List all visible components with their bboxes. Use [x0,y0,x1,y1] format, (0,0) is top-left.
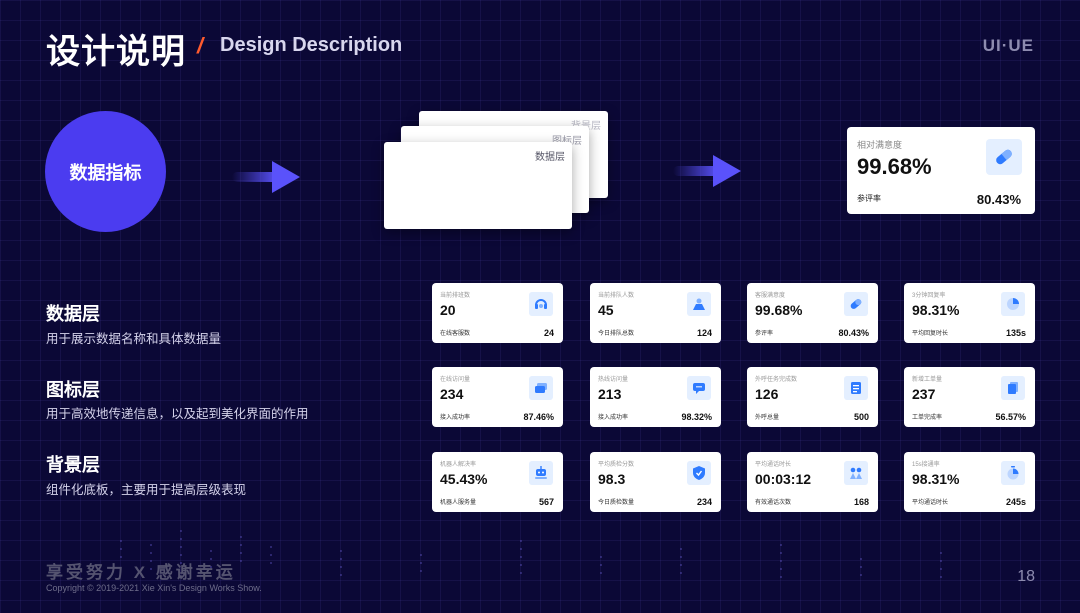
metric-card: 3分钟回复率 98.31% 平均回复时长 135s [904,283,1035,343]
metric-foot-label: 工单完成率 [912,415,943,421]
queue-icon [687,292,711,316]
section-text-background-layer: 组件化底板，主要用于提高层级表现 [46,483,247,497]
section-title-background-layer: 背景层 [46,455,100,475]
metric-card: 新增工单量 237 工单完成率 56.57% [904,367,1035,427]
metric-card: 当前排队人数 45 今日排队总数 124 [590,283,721,343]
metric-foot-value: 135s [1005,328,1026,338]
message-icon [687,376,711,400]
section-text-data-layer: 用于展示数据名称和具体数据量 [46,332,222,346]
brand-mark: UI·UE [982,36,1034,55]
metric-card: 外呼任务完成数 126 外呼总量 500 [747,367,878,427]
pill-icon [844,292,868,316]
layer-label-data: 数据层 [535,152,565,163]
metric-foot-value: 98.32% [681,412,712,422]
layer-card-data: 数据层 [384,142,572,229]
pill-icon [986,139,1022,175]
call-agent-icon [844,461,868,485]
robot-icon [529,461,553,485]
chat-icon [529,376,553,400]
footer-slogan: 享受努力 X 感谢幸运 [46,563,236,582]
section-text-icon-layer: 用于高效地传递信息，以及起到美化界面的作用 [46,407,309,421]
metric-foot-value: 500 [853,412,869,422]
section-title-icon-layer: 图标层 [46,380,100,400]
metric-foot-value: 124 [696,328,712,338]
metric-card: 在线访问量 234 接入成功率 87.46% [432,367,563,427]
ticket-icon [1001,376,1025,400]
page-subtitle: Design Description [220,34,403,56]
metric-foot-label: 接入成功率 [440,415,471,421]
metric-foot-label: 在线客服数 [440,331,471,337]
metric-foot-value: 80.43% [838,328,869,338]
metric-foot-label: 今日排队总数 [598,331,635,337]
data-metric-circle: 数据指标 [45,111,166,232]
timer-icon [1001,461,1025,485]
metric-foot-label: 平均回复时长 [912,331,949,337]
metric-foot-label: 参评率 [857,194,881,203]
arrow-right-icon [673,154,741,188]
metric-foot-value: 87.46% [523,412,554,422]
title-separator: / [197,33,204,58]
metric-foot-label: 参评率 [755,331,774,337]
pie-icon [1001,292,1025,316]
data-metric-label: 数据指标 [69,162,142,183]
metric-foot-value: 80.43% [976,192,1021,207]
footer-copyright: Copyright © 2019-2021 Xie Xin's Design W… [46,583,262,593]
section-title-data-layer: 数据层 [46,304,100,324]
page-number: 18 [1017,568,1035,585]
metric-foot-value: 56.57% [995,412,1026,422]
headset-icon [529,292,553,316]
task-list-icon [844,376,868,400]
metric-foot-label: 外呼总量 [755,415,780,421]
shield-icon [687,461,711,485]
metric-card: 客服满意度 99.68% 参评率 80.43% [747,283,878,343]
metric-foot-value: 24 [543,328,554,338]
metric-card-large: 相对满意度 99.68% 参评率 80.43% [847,127,1035,214]
metric-card: 当前排班数 20 在线客服数 24 [432,283,563,343]
page-title: 设计说明 [46,33,186,71]
metric-card: 热线访问量 213 接入成功率 98.32% [590,367,721,427]
metric-foot-label: 接入成功率 [598,415,629,421]
dot-pattern-decoration [0,500,1080,613]
arrow-right-icon [232,160,300,194]
